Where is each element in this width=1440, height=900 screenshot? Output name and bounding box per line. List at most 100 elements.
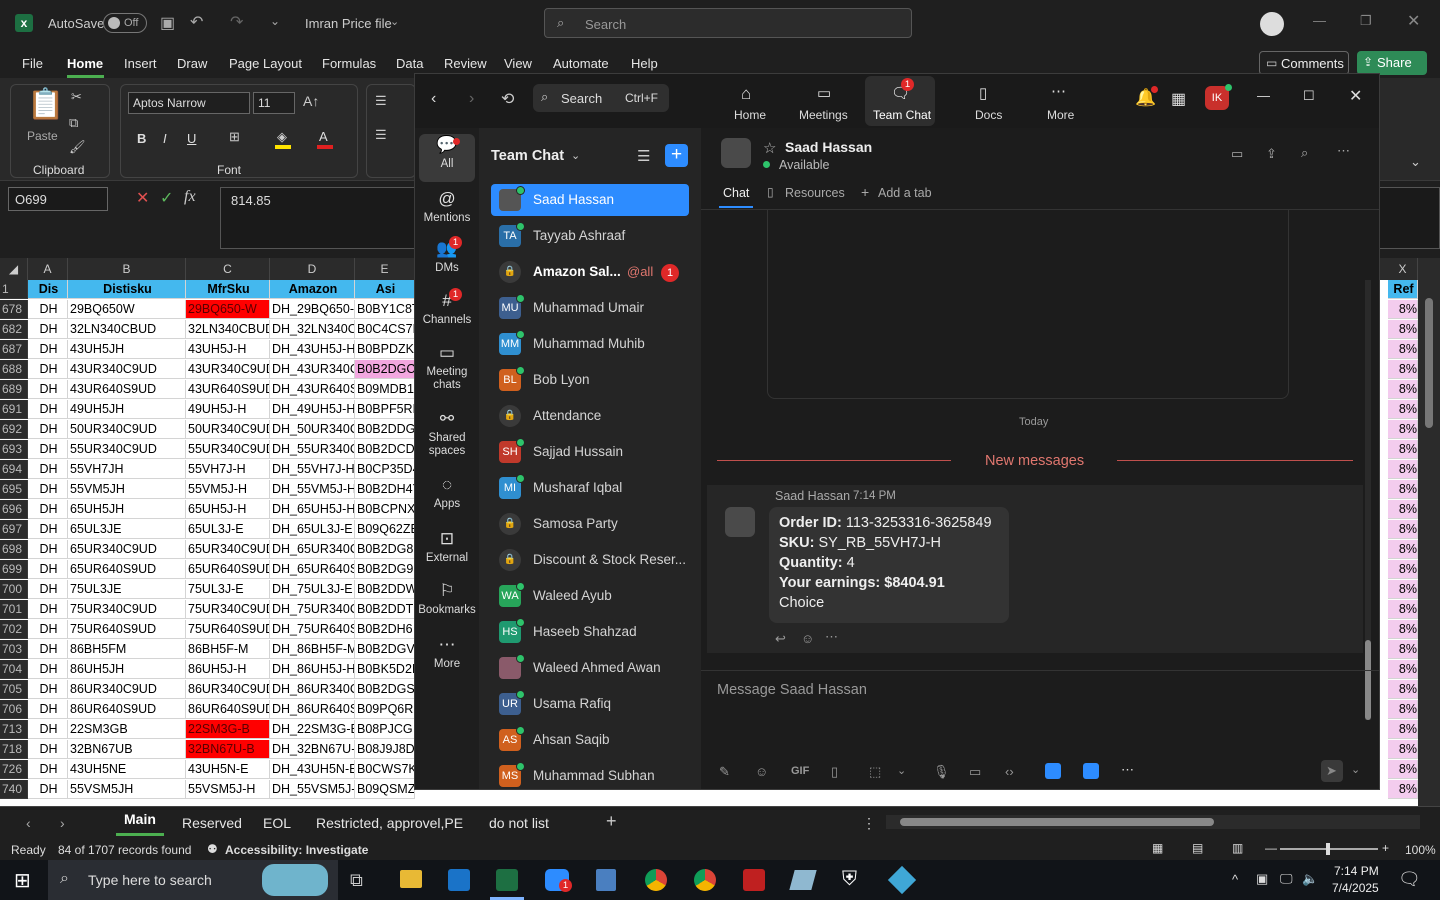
cell-c[interactable]: 55VH7J-H (186, 460, 270, 479)
cell-d[interactable]: DH_29BQ650- (270, 300, 355, 319)
cell-e[interactable]: Asi (355, 280, 415, 299)
cell-a[interactable]: DH (28, 700, 68, 719)
diamond-app-icon[interactable] (887, 865, 917, 895)
cell-a[interactable]: DH (28, 400, 68, 419)
zoom-search-box[interactable]: ⌕ Search Ctrl+F (533, 84, 669, 112)
cell-c[interactable]: 86UR640S9UD (186, 700, 270, 719)
excel-taskbar-icon[interactable] (496, 869, 518, 891)
cell-b[interactable]: 50UR340C9UD (68, 420, 186, 439)
cell-d[interactable]: DH_43UH5N-E (270, 760, 355, 779)
message-input[interactable]: Message Saad Hassan (717, 676, 1357, 736)
cell-b[interactable]: 65UH5JH (68, 500, 186, 519)
cell-x[interactable]: 8% (1388, 380, 1418, 399)
chat-item-discount-stock-reser[interactable]: 🔒 Discount & Stock Reser... (491, 544, 689, 576)
cell-e[interactable]: B0B2DG8 (355, 540, 415, 559)
reply-icon[interactable]: ↩ (775, 631, 786, 647)
cell-c[interactable]: 75UL3J-E (186, 580, 270, 599)
cell-e[interactable]: B0B2DGS (355, 680, 415, 699)
chat-item-muhammad-muhib[interactable]: MM Muhammad Muhib (491, 328, 689, 360)
message-sender[interactable]: Saad Hassan (775, 489, 850, 503)
row-number[interactable]: 696 (0, 500, 28, 519)
insert-function-icon[interactable]: fx (184, 188, 196, 206)
row-number[interactable]: 693 (0, 440, 28, 459)
cell-x[interactable]: 8% (1388, 500, 1418, 519)
chrome-profile-icon[interactable] (694, 869, 716, 891)
cell-c[interactable]: 55VSM5J-H (186, 780, 270, 799)
cell-c[interactable]: 86UH5J-H (186, 660, 270, 679)
cell-d[interactable]: DH_75UR640S (270, 620, 355, 639)
cell-a[interactable]: DH (28, 620, 68, 639)
cell-a[interactable]: DH (28, 500, 68, 519)
cell-b[interactable]: 29BQ650W (68, 300, 186, 319)
filter-icon[interactable]: ☰ (637, 147, 650, 165)
row-number[interactable]: 1 (0, 280, 28, 299)
search-icon[interactable]: ⌕ (1301, 145, 1308, 161)
cell-e[interactable]: B08J9J8D (355, 740, 415, 759)
cell-x[interactable]: 8% (1388, 460, 1418, 479)
col-header-e[interactable]: E (355, 258, 415, 280)
cell-x[interactable]: 8% (1388, 320, 1418, 339)
file-icon[interactable]: ▯ (831, 764, 838, 780)
cell-x[interactable]: Ref (1388, 280, 1418, 299)
cell-b[interactable]: 65UR340C9UD (68, 540, 186, 559)
cell-c[interactable]: 65UL3J-E (186, 520, 270, 539)
cell-e[interactable]: B0BK5D2I (355, 660, 415, 679)
cell-d[interactable]: DH_32BN67U- (270, 740, 355, 759)
cell-c[interactable]: 50UR340C9UD (186, 420, 270, 439)
cell-a[interactable]: DH (28, 460, 68, 479)
cell-b[interactable]: 22SM3GB (68, 720, 186, 739)
row-number[interactable]: 692 (0, 420, 28, 439)
bold-button[interactable]: B (137, 131, 146, 146)
cell-d[interactable]: DH_49UH5J-H (270, 400, 355, 419)
row-number[interactable]: 701 (0, 600, 28, 619)
task-view-icon[interactable]: ⧉ (350, 870, 363, 891)
borders-icon[interactable]: ⊞ (229, 129, 240, 145)
row-number[interactable]: 706 (0, 700, 28, 719)
rail-dms[interactable]: 👥 DMs 1 (415, 236, 479, 278)
cell-x[interactable]: 8% (1388, 420, 1418, 439)
tab-resources[interactable]: Resources (785, 186, 845, 200)
cell-b[interactable]: 86UR640S9UD (68, 700, 186, 719)
cell-a[interactable]: DH (28, 540, 68, 559)
cell-e[interactable]: B0C4CS7L (355, 320, 415, 339)
cell-x[interactable]: 8% (1388, 620, 1418, 639)
cell-x[interactable]: 8% (1388, 480, 1418, 499)
cell-b[interactable]: 43UH5NE (68, 760, 186, 779)
cell-c[interactable]: 55VM5J-H (186, 480, 270, 499)
app-shortcut-icon[interactable] (1045, 763, 1061, 779)
cell-b[interactable]: 65UR640S9UD (68, 560, 186, 579)
more-tools-icon[interactable]: ⋯ (1121, 762, 1134, 778)
cell-c[interactable]: 65UH5J-H (186, 500, 270, 519)
cell-e[interactable]: B09MDB1 (355, 380, 415, 399)
cell-x[interactable]: 8% (1388, 720, 1418, 739)
security-shield-icon[interactable]: ⛨ (842, 868, 857, 891)
chat-item-sajjad-hussain[interactable]: SH Sajjad Hussain (491, 436, 689, 468)
chat-item-samosa-party[interactable]: 🔒 Samosa Party (491, 508, 689, 540)
row-number[interactable]: 700 (0, 580, 28, 599)
cell-d[interactable]: DH_75UR340C (270, 600, 355, 619)
chat-item-muhammad-subhan[interactable]: MS Muhammad Subhan (491, 760, 689, 789)
screenshot-icon[interactable]: ⬚ (869, 764, 881, 780)
emoji-icon[interactable]: ☺ (755, 764, 768, 779)
underline-button[interactable]: U (187, 131, 196, 146)
cell-a[interactable]: DH (28, 580, 68, 599)
page-layout-view-icon[interactable]: ▤ (1192, 841, 1203, 855)
rail-more[interactable]: ⋯ More (415, 634, 479, 674)
cell-d[interactable]: DH_50UR340C (270, 420, 355, 439)
filezilla-icon[interactable] (743, 869, 765, 891)
cell-x[interactable]: 8% (1388, 640, 1418, 659)
cell-a[interactable]: DH (28, 680, 68, 699)
fill-color-icon[interactable]: ◈ (275, 129, 291, 149)
cut-icon[interactable]: ✂ (71, 89, 82, 105)
cell-d[interactable]: DH_55UR340C (270, 440, 355, 459)
calendar-icon[interactable]: ▦ (1171, 89, 1186, 109)
minimize-icon[interactable]: — (1313, 13, 1326, 28)
cell-d[interactable]: DH_32LN340C (270, 320, 355, 339)
row-number[interactable]: 703 (0, 640, 28, 659)
align-left-icon[interactable]: ☰ (375, 127, 387, 143)
cell-e[interactable]: B0BPDZK (355, 340, 415, 359)
name-box[interactable]: O699 (8, 187, 108, 211)
cell-e[interactable]: B0CP35D4 (355, 460, 415, 479)
prev-sheet-icon[interactable]: ‹ (26, 815, 31, 831)
cancel-icon[interactable]: ✕ (136, 188, 149, 208)
